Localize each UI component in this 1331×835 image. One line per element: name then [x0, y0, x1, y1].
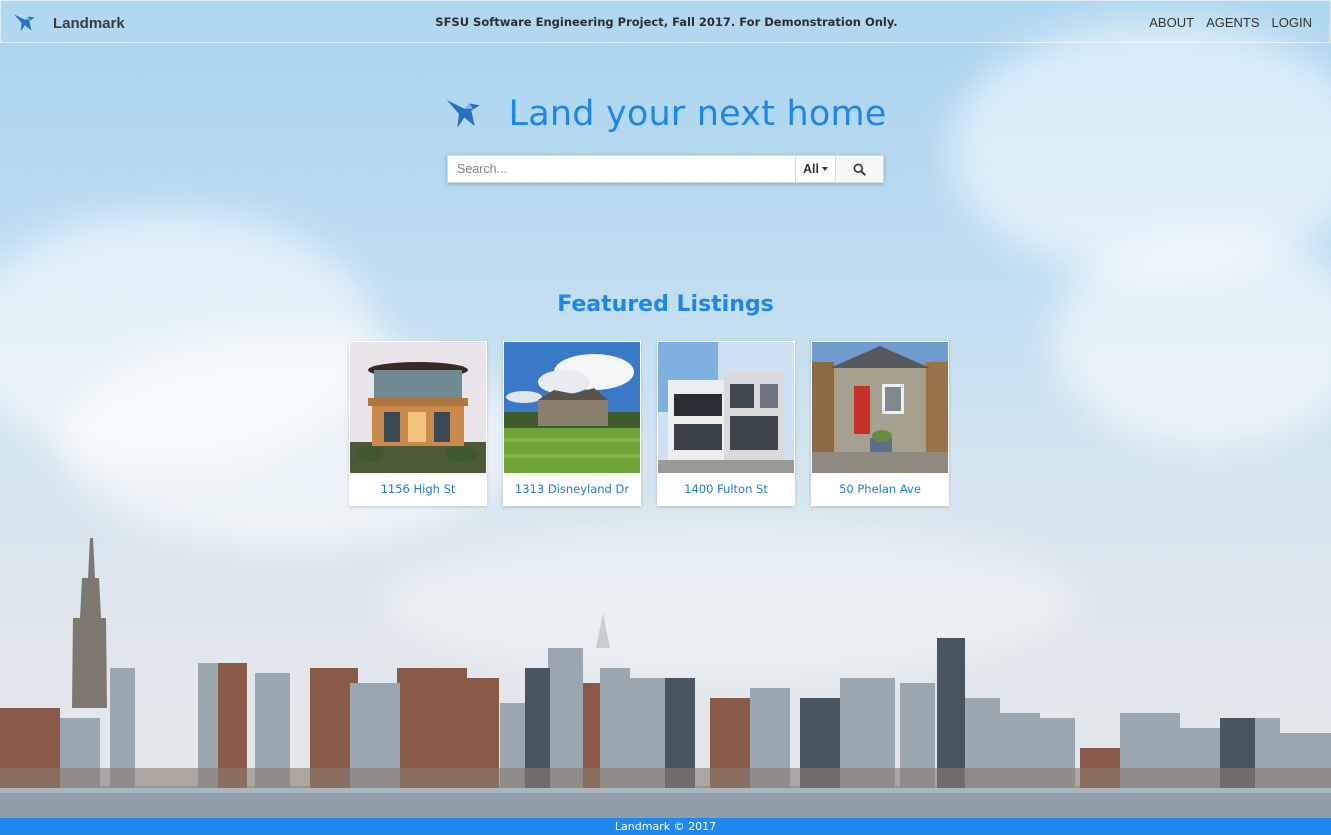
listing-address: 1400 Fulton St — [684, 482, 768, 496]
demo-notice: SFSU Software Engineering Project, Fall … — [435, 15, 898, 29]
listing-address: 1313 Disneyland Dr — [514, 482, 630, 496]
listing-photo — [504, 342, 640, 473]
listing-address: 1156 High St — [380, 482, 456, 496]
featured-listings: 1156 High St 1313 Disneyland Dr 1400 Ful… — [349, 341, 949, 506]
listing-card[interactable]: 1156 High St — [349, 341, 487, 506]
city-skyline-background — [0, 538, 1331, 818]
listing-photo — [350, 342, 486, 473]
bird-logo-icon — [14, 14, 35, 32]
nav-agents-link[interactable]: AGENTS — [1206, 15, 1259, 30]
listing-card[interactable]: 1313 Disneyland Dr — [503, 341, 641, 506]
nav-about-link[interactable]: ABOUT — [1149, 15, 1194, 30]
listing-photo — [812, 342, 948, 473]
listing-photo — [658, 342, 794, 473]
search-icon — [853, 163, 866, 176]
footer-copyright: Landmark © 2017 — [614, 820, 717, 833]
top-navbar: Landmark SFSU Software Engineering Proje… — [0, 0, 1331, 43]
search-bar: All — [447, 155, 884, 183]
bird-logo-icon — [446, 100, 480, 128]
brand-home-link[interactable]: Landmark — [13, 10, 125, 36]
brand-name: Landmark — [53, 14, 125, 32]
search-filter-dropdown[interactable]: All — [795, 155, 836, 183]
nav-login-link[interactable]: LOGIN — [1272, 15, 1312, 30]
footer: Landmark © 2017 — [0, 818, 1331, 835]
nav-links: ABOUT AGENTS LOGIN — [1149, 15, 1312, 30]
search-button[interactable] — [836, 155, 884, 183]
listing-card[interactable]: 1400 Fulton St — [657, 341, 795, 506]
hero: Land your next home — [0, 94, 1331, 134]
caret-down-icon — [821, 167, 828, 171]
search-filter-label: All — [803, 162, 819, 176]
hero-title: Land your next home — [508, 94, 887, 134]
featured-listings-title: Featured Listings — [557, 292, 774, 317]
search-input[interactable] — [447, 155, 795, 183]
listing-address: 50 Phelan Ave — [839, 482, 921, 496]
listing-card[interactable]: 50 Phelan Ave — [811, 341, 949, 506]
